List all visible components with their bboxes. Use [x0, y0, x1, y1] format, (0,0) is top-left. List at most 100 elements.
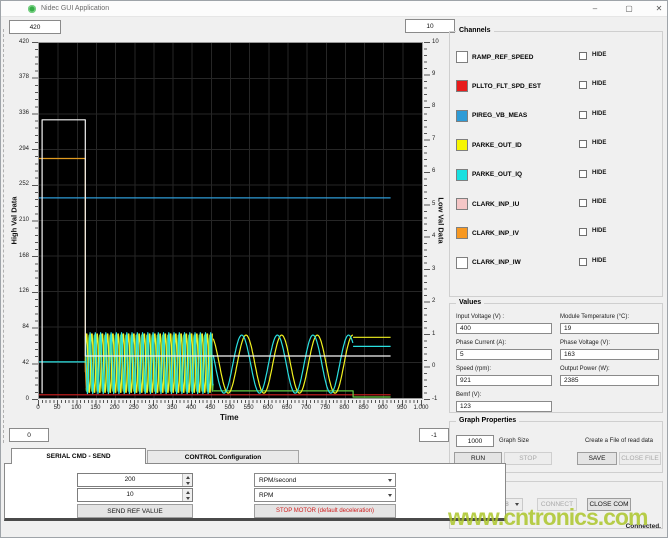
value-field-label: Phase Current (A):	[456, 340, 507, 346]
hide-checkbox[interactable]	[579, 228, 587, 237]
spin-down-button[interactable]	[183, 495, 192, 501]
ramp-value-spin-buttons	[182, 489, 192, 501]
x-axis-labels: 0 50 100 150 200 250 300 350 400 450 500 550 600 650 7…	[36, 405, 433, 413]
app-window: Nidec GUI Application – ▢ ✕ 420378336294…	[0, 0, 668, 538]
right-tick-label: 4	[432, 233, 436, 240]
left-axis-ticks	[32, 42, 38, 400]
right-tick-label: 5	[432, 200, 436, 207]
x-tick-label: 250	[128, 405, 139, 411]
value-field-label: Phase Voltage (V):	[560, 340, 611, 346]
graph-properties-title: Graph Properties	[456, 417, 520, 424]
accel-unit-value: RPM/second	[259, 476, 297, 484]
x-tick-label: 1.000	[413, 405, 429, 411]
hide-checkbox[interactable]	[579, 140, 587, 149]
hide-checkbox[interactable]	[579, 257, 587, 266]
left-tick-label: 420	[18, 38, 29, 45]
hide-checkbox[interactable]	[579, 52, 587, 60]
channel-color-swatch	[456, 80, 468, 93]
close-file-button[interactable]: CLOSE FILE	[619, 452, 661, 465]
close-button[interactable]: ✕	[649, 3, 667, 15]
series-CLARK_INP_IV	[39, 157, 86, 373]
ref-value-spinbox[interactable]: 200	[77, 473, 193, 487]
right-axis-ticks	[424, 42, 430, 400]
ramp-value-text: 10	[126, 491, 134, 498]
channel-label: PIREG_VB_MEAS	[472, 112, 528, 120]
values-fields: Input Voltage (V) : 400 Module Temperature…	[450, 304, 662, 412]
value-field-label: Output Power (W):	[560, 366, 610, 372]
value-field-input[interactable]: 921	[456, 375, 552, 386]
chevron-down-icon	[388, 478, 392, 482]
right-tick-label: 7	[432, 135, 436, 142]
low-axis-max-input[interactable]	[405, 19, 455, 33]
hide-label: HIDE	[592, 257, 607, 264]
speed-unit-dropdown[interactable]: RPM	[254, 488, 396, 502]
channel-row: CLARK_INP_IV HIDE	[456, 226, 656, 240]
send-ref-value-button[interactable]: SEND REF VALUE	[77, 504, 193, 518]
channel-row: PARKE_OUT_ID HIDE	[456, 138, 656, 152]
left-tick-label: 168	[18, 252, 29, 259]
channel-color-swatch	[456, 109, 468, 122]
value-field-input[interactable]: 5	[456, 349, 552, 360]
accel-unit-dropdown[interactable]: RPM/second	[254, 473, 396, 487]
close-com-button[interactable]: CLOSE COM	[587, 498, 631, 511]
value-field-input[interactable]: 163	[560, 349, 659, 360]
chevron-down-icon	[388, 493, 392, 497]
low-axis-min-input[interactable]	[419, 428, 449, 442]
stop-motor-button[interactable]: STOP MOTOR (default deceleration)	[254, 504, 396, 518]
x-tick-label: 350	[167, 405, 178, 411]
ramp-value-spinbox[interactable]: 10	[77, 488, 193, 502]
value-field-input[interactable]: 2385	[560, 375, 659, 386]
tab-serial-cmd-send[interactable]: SERIAL CMD - SEND	[11, 448, 146, 464]
right-tick-label: -1	[432, 395, 438, 402]
x-tick-label: 800	[339, 405, 350, 411]
channel-row: CLARK_INP_IU HIDE	[456, 197, 656, 211]
channel-row: CLARK_INP_IW HIDE	[456, 256, 656, 270]
value-field-label: Module Temperature (°C):	[560, 314, 629, 320]
right-tick-label: 8	[432, 103, 436, 110]
graph-size-input[interactable]	[456, 435, 494, 447]
ref-value-spin-buttons	[182, 474, 192, 486]
minimize-button[interactable]: –	[585, 3, 605, 15]
maximize-button[interactable]: ▢	[619, 3, 639, 15]
speed-unit-value: RPM	[259, 491, 274, 499]
hide-label: HIDE	[592, 228, 607, 235]
spin-down-button[interactable]	[183, 480, 192, 486]
channel-label: CLARK_INP_IV	[472, 229, 519, 237]
window-title: Nidec GUI Application	[41, 5, 110, 12]
hide-checkbox[interactable]	[579, 81, 587, 90]
save-button[interactable]: SAVE	[577, 452, 617, 465]
title-bar: Nidec GUI Application – ▢ ✕	[1, 1, 667, 17]
file-hint-label: Create a File of read data	[584, 438, 654, 444]
channel-label: RAMP_REF_SPEED	[472, 53, 534, 61]
right-tick-label: 3	[432, 265, 436, 272]
high-axis-min-input[interactable]	[9, 428, 49, 442]
high-axis-max-input[interactable]	[9, 20, 61, 34]
left-tick-label: 84	[22, 324, 29, 331]
channel-color-swatch	[456, 198, 468, 210]
tab-control-configuration[interactable]: CONTROL Configuration	[147, 450, 299, 464]
hide-label: HIDE	[592, 110, 607, 117]
hide-checkbox[interactable]	[579, 169, 587, 178]
value-field-input[interactable]: 19	[560, 323, 659, 334]
x-axis-title: Time	[220, 413, 239, 422]
values-group: Values Input Voltage (V) :400 Module Temp…	[449, 299, 663, 413]
channel-color-swatch	[456, 51, 468, 63]
value-field-label: Input Voltage (V) :	[456, 314, 505, 320]
left-axis-title: High Val Data	[9, 196, 19, 245]
x-tick-label: 0	[36, 405, 40, 411]
value-field-input[interactable]: 400	[456, 323, 552, 334]
hide-checkbox[interactable]	[579, 199, 587, 207]
x-tick-label: 650	[281, 405, 292, 411]
series-PARKE_OUT_ID	[212, 334, 353, 394]
ref-value-text: 200	[124, 476, 136, 483]
left-tick-label: 294	[18, 145, 29, 152]
connect-button[interactable]: CONNECT	[537, 498, 577, 511]
left-tick-label: 252	[18, 181, 29, 188]
channel-label: PARKE_OUT_ID	[472, 141, 522, 149]
hide-checkbox[interactable]	[579, 110, 587, 119]
x-tick-label: 50	[53, 405, 61, 411]
stop-button[interactable]: STOP	[504, 452, 552, 465]
value-field-input[interactable]: 123	[456, 401, 552, 412]
graph-canvas	[39, 43, 422, 398]
x-tick-label: 150	[90, 405, 101, 411]
